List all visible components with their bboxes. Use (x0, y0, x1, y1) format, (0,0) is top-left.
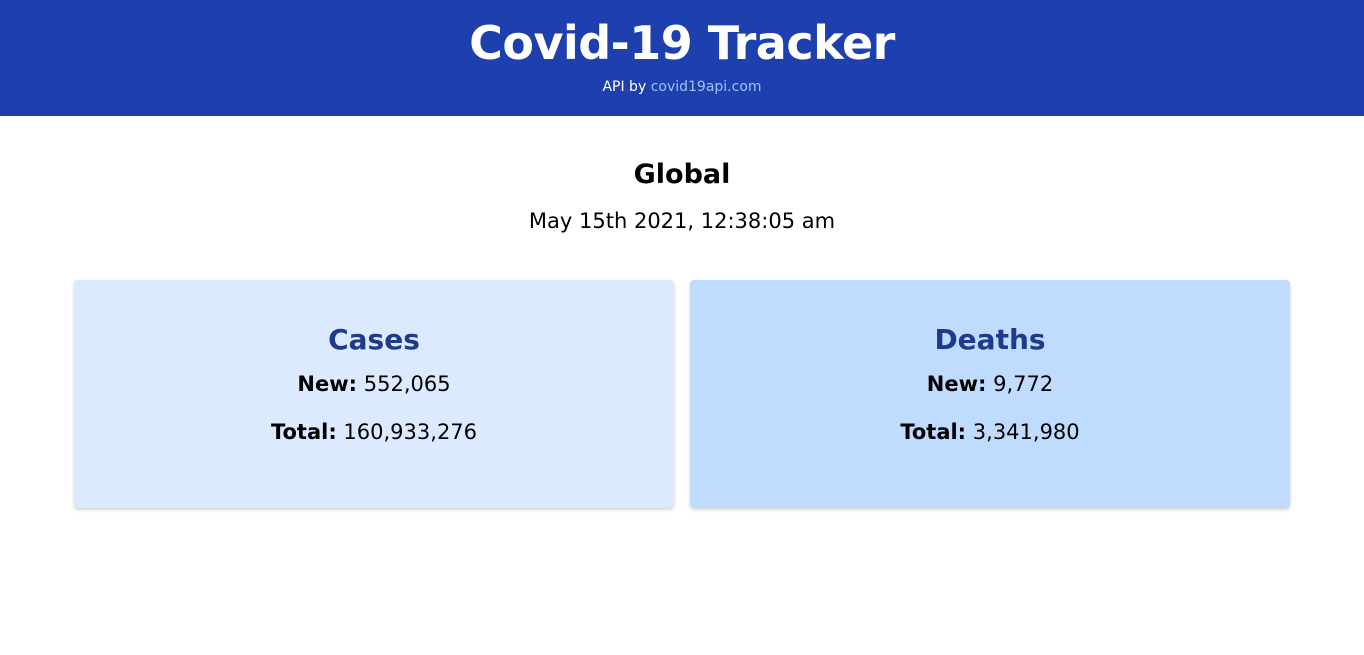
deaths-new-label: New: (926, 372, 987, 396)
deaths-total-stat: Total: 3,341,980 (690, 418, 1290, 446)
region-title: Global (633, 159, 731, 190)
cases-card-title: Cases (328, 323, 420, 356)
api-credit-link[interactable]: covid19api.com (651, 79, 762, 95)
deaths-total-label: Total: (900, 420, 967, 444)
cases-total-stat: Total: 160,933,276 (74, 418, 674, 446)
cases-total-value: 160,933,276 (343, 420, 478, 444)
cases-new-value: 552,065 (363, 372, 451, 396)
deaths-new-value: 9,772 (993, 372, 1054, 396)
last-updated-timestamp: May 15th 2021, 12:38:05 am (528, 209, 836, 233)
deaths-card-title: Deaths (934, 323, 1046, 356)
api-credit-prefix: API by (602, 79, 647, 95)
cases-new-stat: New: 552,065 (74, 370, 674, 398)
cases-total-label: Total: (270, 420, 337, 444)
main-content: Global May 15th 2021, 12:38:05 am Cases … (0, 116, 1364, 508)
app-title: Covid-19 Tracker (469, 16, 895, 70)
deaths-card: Deaths New: 9,772 Total: 3,341,980 (690, 280, 1290, 508)
deaths-total-value: 3,341,980 (972, 420, 1080, 444)
cases-card: Cases New: 552,065 Total: 160,933,276 (74, 280, 674, 508)
cases-new-label: New: (297, 372, 358, 396)
deaths-new-stat: New: 9,772 (690, 370, 1290, 398)
app-header: Covid-19 Tracker API by covid19api.com (0, 0, 1364, 116)
stats-cards: Cases New: 552,065 Total: 160,933,276 De… (74, 280, 1290, 508)
api-credit: API by covid19api.com (0, 77, 1364, 97)
